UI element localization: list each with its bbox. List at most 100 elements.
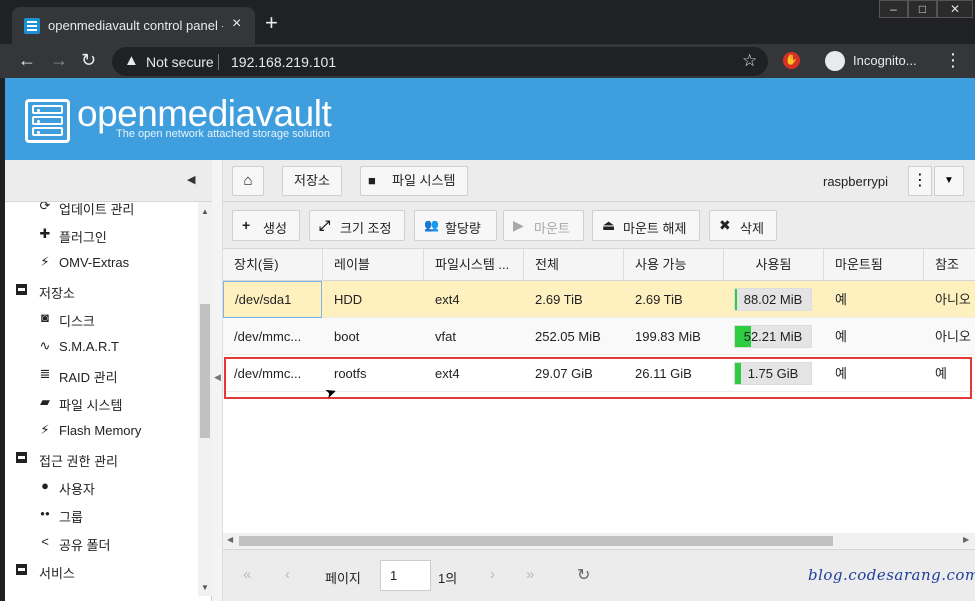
sidebar-item-label: 파일 시스템 [59,398,123,413]
reload-icon[interactable]: ↻ [81,50,96,70]
flash-icon: ⚡ [40,422,50,437]
incognito-label[interactable]: Incognito... [853,53,917,68]
navigation-pane-header: ◀ [5,160,212,202]
sidebar-item[interactable]: 서비스 [13,556,193,584]
scroll-left-icon[interactable]: ◀ [227,535,233,544]
refresh-icon[interactable]: ↻ [577,565,590,585]
table-row[interactable]: /dev/mmc... boot vfat 252.05 MiB 199.83 MiB 5… [223,318,975,355]
sidebar-item-label: Flash Memory [59,423,142,438]
sidebar-item[interactable]: 접근 권한 관리 [13,444,193,472]
omv-page: openmediavault The open network attached… [5,78,975,601]
cell-total: 29.07 GiB [535,366,593,381]
paging-toolbar: « ‹ 페이지 1의 › » ↻ blog.codesarang.com [223,549,975,601]
browser-tab[interactable]: openmediavault control panel - r × [12,7,255,44]
expand-icon: ⤢ [319,217,331,233]
sidebar-item[interactable]: ● 사용자 [37,472,197,500]
menu-icon[interactable]: ⋮ [944,50,962,71]
close-window-button[interactable]: ✕ [937,0,973,18]
minimize-button[interactable]: – [879,0,908,18]
toolbar-button-label: 할당량 [445,221,481,236]
toolbar-button-label: 마운트 해제 [623,221,687,236]
sidebar-item[interactable]: ●● 그룹 [37,500,197,528]
pane-splitter[interactable]: ◀ [212,160,223,601]
grid-horizontal-scrollbar[interactable]: ◀ ▶ [223,533,975,549]
table-row[interactable]: /dev/mmc... rootfs ext4 29.07 GiB 26.11 GiB 1… [223,355,975,392]
column-header[interactable]: 마운트됨 [824,249,924,281]
last-page-icon[interactable]: » [526,566,534,583]
home-icon[interactable]: ⌂ [232,166,264,196]
tab-title: openmediavault control panel - r [48,18,223,33]
sidebar-item-label: 플러그인 [59,230,107,245]
star-icon[interactable]: ☆ [742,51,757,71]
collapse-panel-icon[interactable]: ◀ [187,173,195,186]
cell-available: 2.69 TiB [635,292,683,307]
more-options-icon[interactable]: ⋮ [908,166,932,196]
address-bar[interactable]: ▲ Not secure 192.168.219.101 ☆ [112,47,768,76]
new-tab-icon[interactable]: + [265,12,278,34]
toolbar-button[interactable]: ✖ 삭제 [709,210,777,241]
sidebar-item[interactable]: ✚ 플러그인 [37,220,197,248]
maximize-button[interactable]: □ [908,0,937,18]
sidebar-item[interactable]: ∿ S.M.A.R.T [37,332,197,360]
chevron-down-icon[interactable]: ▼ [934,166,964,196]
sidebar-item[interactable]: ⚡ OMV-Extras [37,248,197,276]
scroll-up-icon[interactable]: ▲ [201,207,209,216]
usage-bar: 88.02 MiB [734,288,812,311]
prev-page-icon[interactable]: ‹ [285,566,290,583]
breadcrumb-filesystem[interactable]: ■ 파일 시스템 [360,166,468,196]
page-total-label: 1의 [438,571,458,586]
horizontal-scroll-thumb[interactable] [239,536,833,546]
warning-icon: ▲ [124,52,139,69]
toolbar-button-label: 삭제 [740,221,764,236]
omv-logo-icon [25,99,70,143]
incognito-icon[interactable] [825,51,845,71]
divider [218,54,219,70]
forward-icon[interactable]: → [50,50,68,70]
breadcrumb-storage[interactable]: 저장소 [282,166,342,196]
url-text[interactable]: 192.168.219.101 [231,54,336,70]
sidebar-item[interactable]: ▰ 파일 시스템 [37,388,197,416]
column-header[interactable]: 장치(들) [223,249,323,281]
folder-icon: ■ [368,173,376,188]
sidebar-item[interactable]: ◙ 디스크 [37,304,197,332]
extension-icon[interactable]: ✋ [783,52,800,69]
next-page-icon[interactable]: › [490,566,495,583]
navigation-scrollbar[interactable]: ▲ ▼ [198,202,212,596]
column-header[interactable]: 사용됨 [724,249,824,281]
omv-header: openmediavault The open network attached… [5,78,975,160]
column-header[interactable]: 전체 [524,249,624,281]
back-icon[interactable]: ← [18,50,36,70]
scroll-thumb[interactable] [200,304,210,438]
breadcrumb: ⌂ 저장소 ■ 파일 시스템 raspberrypi ⋮ ▼ [223,160,975,202]
sidebar-item-label: OMV-Extras [59,255,130,270]
disk-icon: ◙ [41,310,49,325]
toolbar-button[interactable]: ▶ 마운트 [503,210,584,241]
toolbar-button[interactable]: 👥 할당량 [414,210,497,241]
cell-fs: ext4 [435,366,460,381]
column-header[interactable]: 참조 [924,249,975,281]
sidebar-item[interactable]: ⚡ Flash Memory [37,416,197,444]
toolbar-button[interactable]: ⤢ 크기 조정 [309,210,405,241]
sidebar-item[interactable]: ≣ RAID 관리 [37,360,197,388]
scroll-right-icon[interactable]: ▶ [963,535,969,544]
sidebar-item[interactable]: ⟳ 업데이트 관리 [37,202,197,220]
column-header[interactable]: 레이블 [323,249,424,281]
scroll-down-icon[interactable]: ▼ [201,583,209,592]
sidebar-item-label: 접근 권한 관리 [39,454,118,469]
toolbar-button[interactable]: + 생성 [232,210,300,241]
user-icon: ● [41,478,49,493]
splitter-arrow-icon[interactable]: ◀ [214,372,221,383]
column-header[interactable]: 파일시스템 ... [424,249,524,281]
toolbar-button[interactable]: ⏏ 마운트 해제 [592,210,700,241]
puzzle-icon: ✚ [39,226,51,241]
cell-referenced: 아니오 [935,292,971,307]
pulse-icon: ∿ [39,338,51,353]
sidebar-item[interactable]: < 공유 폴더 [37,528,197,556]
table-row[interactable]: /dev/sda1 HDD ext4 2.69 TiB 2.69 TiB 88.02 Mi… [223,281,975,318]
column-header[interactable]: 사용 가능 [624,249,724,281]
first-page-icon[interactable]: « [243,566,251,583]
tab-close-icon[interactable]: × [232,15,241,33]
page-number-input[interactable] [380,560,431,591]
cell-available: 26.11 GiB [635,366,692,381]
sidebar-item[interactable]: 저장소 [13,276,193,304]
